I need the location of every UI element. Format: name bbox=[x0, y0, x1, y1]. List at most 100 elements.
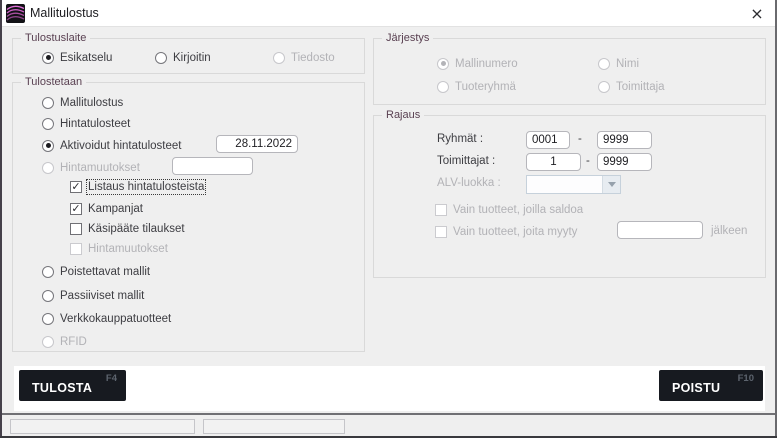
tulosta-fkey-label: F4 bbox=[106, 373, 117, 384]
poistu-fkey-label: F10 bbox=[738, 373, 754, 384]
jalkeen-label: jälkeen bbox=[711, 225, 747, 237]
radio-label: Aktivoidut hintatulosteet bbox=[60, 140, 181, 152]
radio-icon bbox=[155, 52, 167, 64]
title-bar: Mallitulostus × bbox=[0, 0, 777, 27]
alv-luokka-dropdown[interactable] bbox=[526, 175, 621, 194]
checkbox-vain-saldoa: Vain tuotteet, joilla saldoa bbox=[435, 202, 583, 217]
poistu-button-label: POISTU bbox=[672, 381, 720, 395]
group-jarjestys: Järjestys bbox=[373, 38, 766, 105]
radio-esikatselu[interactable]: Esikatselu bbox=[42, 50, 112, 65]
radio-hintatulosteet[interactable]: Hintatulosteet bbox=[42, 116, 130, 131]
ryhmat-from-field[interactable] bbox=[526, 131, 570, 149]
radio-icon bbox=[42, 336, 54, 348]
button-strip bbox=[14, 366, 765, 411]
statusbar-separator bbox=[0, 413, 777, 415]
group-rajaus-legend: Rajaus bbox=[382, 108, 424, 122]
radio-verkkokauppatuotteet[interactable]: Verkkokauppatuotteet bbox=[42, 311, 171, 326]
mallitulostus-dialog: Mallitulostus × Tulostuslaite Esikatselu… bbox=[0, 0, 777, 438]
checkbox-kampanjat[interactable]: ✓ Kampanjat bbox=[70, 201, 143, 216]
radio-tiedosto: Tiedosto bbox=[273, 50, 335, 65]
radio-mallinumero: Mallinumero bbox=[437, 56, 518, 71]
radio-passiiviset-mallit[interactable]: Passiiviset mallit bbox=[42, 288, 144, 303]
checkbox-vain-myyty: Vain tuotteet, joita myyty bbox=[435, 224, 577, 239]
dropdown-button[interactable] bbox=[602, 176, 620, 193]
radio-icon bbox=[42, 140, 54, 152]
radio-label: Nimi bbox=[616, 58, 639, 70]
radio-toimittaja: Toimittaja bbox=[598, 79, 665, 94]
radio-icon bbox=[42, 162, 54, 174]
checkbox-label: Hintamuutokset bbox=[88, 243, 168, 255]
tulosta-button[interactable]: TULOSTA F4 bbox=[19, 370, 126, 401]
radio-label: Mallitulostus bbox=[60, 97, 123, 109]
activation-date-field[interactable] bbox=[216, 135, 298, 153]
checkbox-icon bbox=[435, 226, 447, 238]
window-title: Mallitulostus bbox=[30, 6, 99, 20]
alv-luokka-label: ALV-luokka : bbox=[437, 177, 501, 189]
radio-label: RFID bbox=[60, 336, 87, 348]
checkbox-label: Vain tuotteet, joita myyty bbox=[453, 226, 577, 238]
radio-label: Hintatulosteet bbox=[60, 118, 130, 130]
radio-icon bbox=[437, 81, 449, 93]
radio-hintamuutokset: Hintamuutokset bbox=[42, 160, 140, 175]
checkbox-label: Käsipääte tilaukset bbox=[88, 223, 185, 235]
checkbox-label: Vain tuotteet, joilla saldoa bbox=[453, 204, 583, 216]
statusbar-panel-2 bbox=[203, 419, 345, 434]
radio-label: Passiiviset mallit bbox=[60, 290, 144, 302]
group-tulostetaan-legend: Tulostetaan bbox=[21, 75, 86, 89]
tulosta-button-label: TULOSTA bbox=[32, 381, 92, 395]
radio-label: Toimittaja bbox=[616, 81, 665, 93]
radio-label: Tiedosto bbox=[291, 52, 335, 64]
radio-icon bbox=[42, 290, 54, 302]
checkbox-icon bbox=[435, 204, 447, 216]
radio-label: Hintamuutokset bbox=[60, 162, 140, 174]
chevron-down-icon bbox=[608, 182, 616, 187]
ryhmat-label: Ryhmät : bbox=[437, 133, 483, 145]
checkbox-label: Listaus hintatulosteista bbox=[88, 181, 204, 193]
radio-rfid: RFID bbox=[42, 334, 87, 349]
ryhmat-to-field[interactable] bbox=[597, 131, 652, 149]
checkbox-icon bbox=[70, 223, 82, 235]
range-dash: - bbox=[586, 155, 590, 167]
radio-icon bbox=[598, 81, 610, 93]
radio-icon bbox=[42, 266, 54, 278]
toimittajat-label: Toimittajat : bbox=[437, 155, 495, 167]
app-brand-icon bbox=[6, 4, 25, 23]
radio-tuoteryhma: Tuoteryhmä bbox=[437, 79, 516, 94]
radio-label: Mallinumero bbox=[455, 58, 518, 70]
hintamuutokset-date-field[interactable] bbox=[172, 157, 253, 175]
checkbox-hintamuutokset: Hintamuutokset bbox=[70, 241, 168, 256]
statusbar-panel-1 bbox=[10, 419, 195, 434]
radio-kirjoitin[interactable]: Kirjoitin bbox=[155, 50, 211, 65]
poistu-button[interactable]: POISTU F10 bbox=[659, 370, 763, 401]
close-icon[interactable]: × bbox=[745, 3, 769, 24]
radio-icon bbox=[42, 118, 54, 130]
window-left-edge bbox=[0, 0, 2, 438]
radio-label: Tuoteryhmä bbox=[455, 81, 516, 93]
checkbox-listaus-hintatulosteista[interactable]: ✓ Listaus hintatulosteista bbox=[70, 179, 204, 194]
radio-icon bbox=[42, 313, 54, 325]
radio-label: Verkkokauppatuotteet bbox=[60, 313, 171, 325]
checkbox-icon: ✓ bbox=[70, 203, 82, 215]
radio-poistettavat-mallit[interactable]: Poistettavat mallit bbox=[42, 264, 150, 279]
range-dash: - bbox=[578, 133, 582, 145]
checkbox-label: Kampanjat bbox=[88, 203, 143, 215]
radio-label: Esikatselu bbox=[60, 52, 112, 64]
myyty-date-field[interactable] bbox=[617, 221, 703, 239]
group-jarjestys-legend: Järjestys bbox=[382, 31, 433, 45]
radio-icon bbox=[42, 52, 54, 64]
radio-label: Kirjoitin bbox=[173, 52, 211, 64]
checkbox-kasipaate-tilaukset[interactable]: Käsipääte tilaukset bbox=[70, 221, 185, 236]
radio-icon bbox=[437, 58, 449, 70]
checkbox-icon: ✓ bbox=[70, 181, 82, 193]
radio-icon bbox=[42, 97, 54, 109]
radio-label: Poistettavat mallit bbox=[60, 266, 150, 278]
radio-aktivoidut-hintatulosteet[interactable]: Aktivoidut hintatulosteet bbox=[42, 138, 181, 153]
radio-icon bbox=[598, 58, 610, 70]
toimittajat-to-field[interactable] bbox=[597, 153, 652, 171]
toimittajat-from-field[interactable] bbox=[526, 153, 581, 171]
radio-mallitulostus[interactable]: Mallitulostus bbox=[42, 95, 123, 110]
radio-nimi: Nimi bbox=[598, 56, 639, 71]
group-tulostuslaite-legend: Tulostuslaite bbox=[21, 31, 90, 45]
radio-icon bbox=[273, 52, 285, 64]
checkbox-icon bbox=[70, 243, 82, 255]
